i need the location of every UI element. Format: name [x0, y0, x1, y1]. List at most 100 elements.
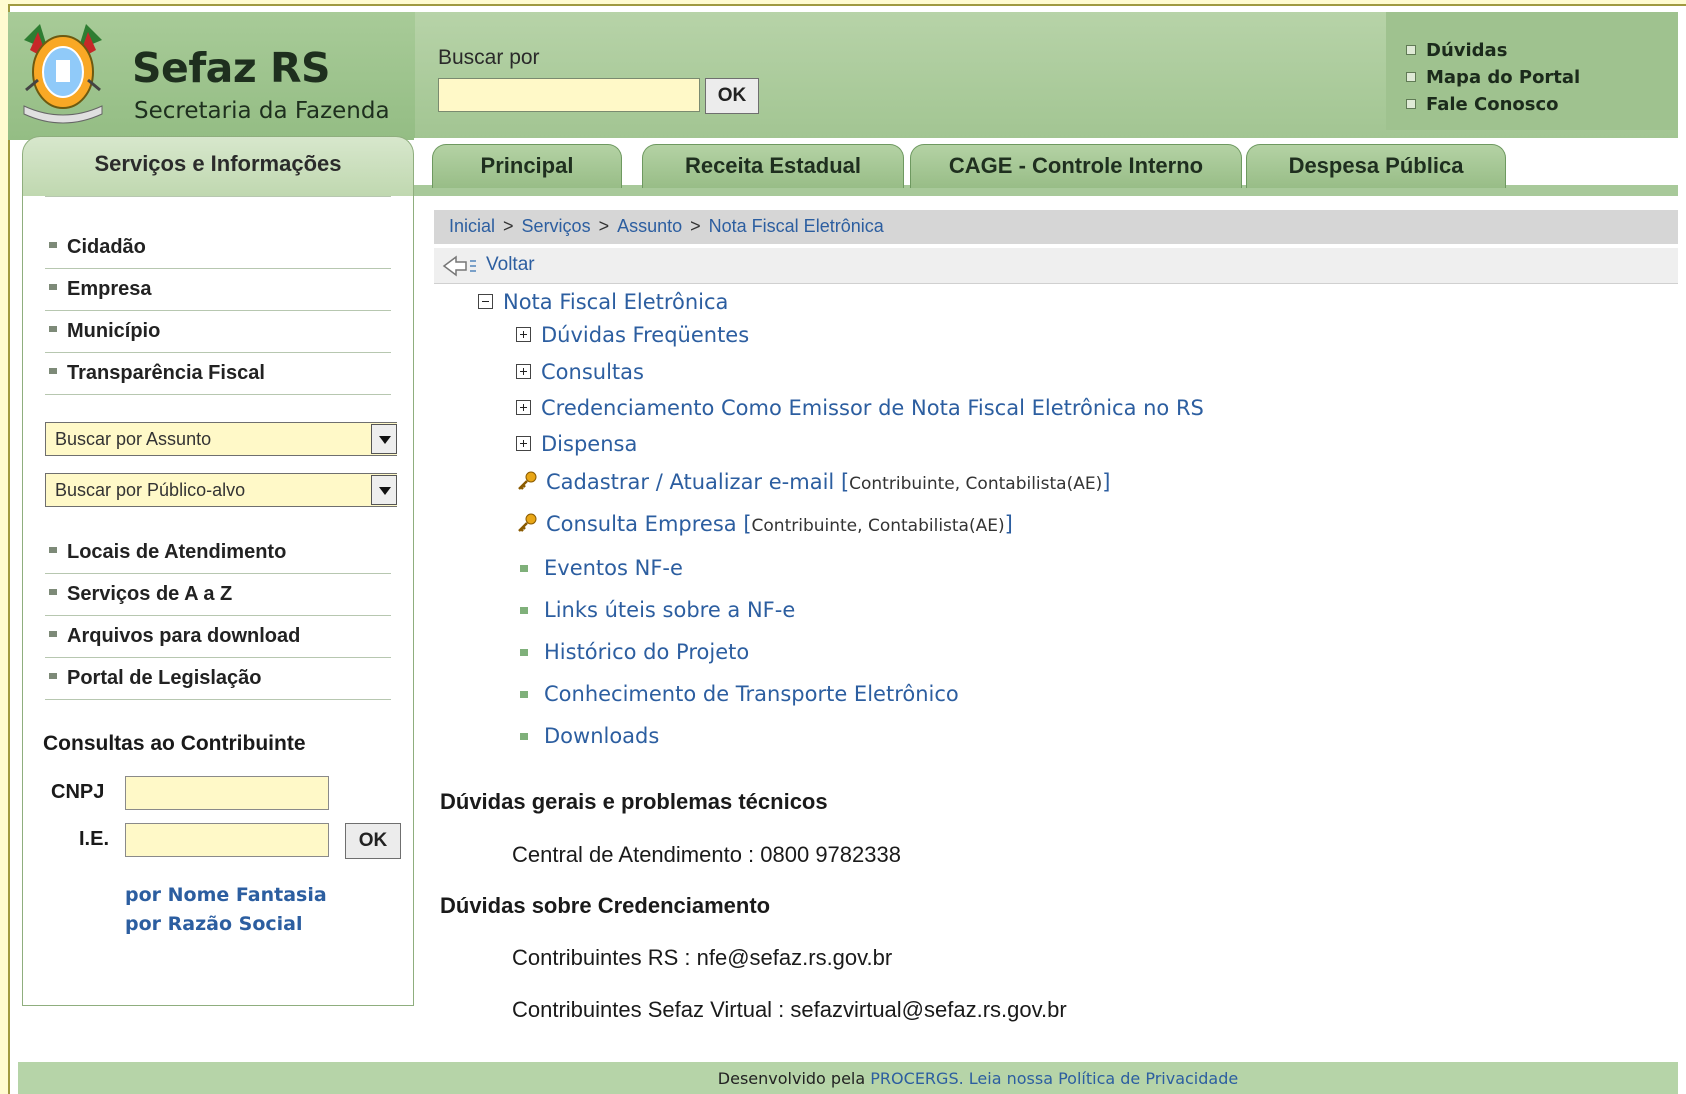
back-arrow-icon[interactable]: [442, 255, 480, 277]
expand-icon[interactable]: [516, 327, 531, 342]
top-link-mapa[interactable]: Mapa do Portal: [1406, 67, 1580, 88]
back-link[interactable]: Voltar: [486, 254, 535, 276]
link-procergs[interactable]: PROCERGS.: [870, 1069, 963, 1088]
divider: [45, 196, 391, 197]
tree-item-duvidas[interactable]: Dúvidas Freqüentes: [516, 323, 749, 347]
tab-receita-estadual[interactable]: Receita Estadual: [642, 144, 904, 188]
breadcrumb-inicial[interactable]: Inicial: [449, 216, 495, 236]
expand-icon[interactable]: [516, 400, 531, 415]
tree-link-eventos[interactable]: Eventos NF-e: [520, 556, 683, 580]
brand-subtitle: Secretaria da Fazenda: [134, 98, 390, 124]
tree-item-cadastrar-email[interactable]: Cadastrar / Atualizar e-mail [Contribuin…: [516, 470, 1110, 494]
sidebar-item-municipio[interactable]: Município: [49, 320, 160, 343]
bullet-icon: [520, 565, 528, 572]
info-central-atendimento: Central de Atendimento : 0800 9782338: [512, 842, 901, 867]
breadcrumb-bar: Inicial > Serviços > Assunto > Nota Fiscal Ele…: [434, 210, 1678, 244]
bullet-icon: [49, 589, 57, 595]
search-input[interactable]: [438, 78, 700, 112]
sidebar-item-legislacao[interactable]: Portal de Legislação: [49, 667, 262, 690]
bullet-icon: [49, 368, 57, 374]
header: Sefaz RS Secretaria da Fazenda Buscar po…: [8, 12, 1678, 140]
access-tag: Contribuinte, Contabilista(AE): [751, 516, 1005, 536]
sidebar: Cidadão Empresa Município Transparência …: [22, 196, 414, 1006]
divider: [45, 268, 391, 269]
tree-root[interactable]: Nota Fiscal Eletrônica: [478, 290, 728, 314]
select-assunto[interactable]: Buscar por Assunto: [45, 422, 397, 456]
tab-servicos-informacoes[interactable]: Serviços e Informações: [22, 136, 414, 196]
bullet-icon: [49, 242, 57, 248]
ie-field[interactable]: [125, 823, 329, 857]
sidebar-item-empresa[interactable]: Empresa: [49, 278, 152, 301]
tab-cage[interactable]: CAGE - Controle Interno: [910, 144, 1242, 188]
bullet-icon: [49, 631, 57, 637]
cnpj-label: CNPJ: [51, 781, 105, 803]
tree-link-cte[interactable]: Conhecimento de Transporte Eletrônico: [520, 682, 959, 706]
key-icon: [518, 471, 537, 490]
search-area: Buscar por OK: [421, 12, 1386, 140]
bullet-icon: [520, 607, 528, 614]
divider: [45, 394, 391, 395]
tree-link-historico[interactable]: Histórico do Projeto: [520, 640, 749, 664]
breadcrumb: Inicial > Serviços > Assunto > Nota Fiscal Ele…: [449, 216, 884, 236]
bullet-icon: [1406, 72, 1416, 82]
info-contribuintes-virtual: Contribuintes Sefaz Virtual : sefazvirtu…: [512, 997, 1067, 1022]
sidebar-item-servicos-az[interactable]: Serviços de A a Z: [49, 583, 232, 606]
section-title-duvidas-gerais: Dúvidas gerais e problemas técnicos: [440, 789, 828, 814]
tree-item-consulta-empresa[interactable]: Consulta Empresa [Contribuinte, Contabil…: [516, 512, 1013, 536]
consultas-title: Consultas ao Contribuinte: [43, 732, 306, 755]
tree-link-links-uteis[interactable]: Links úteis sobre a NF-e: [520, 598, 795, 622]
bullet-icon: [49, 547, 57, 553]
coat-of-arms-icon: [23, 24, 103, 124]
chevron-down-icon[interactable]: [371, 475, 397, 505]
tree-item-credenciamento[interactable]: Credenciamento Como Emissor de Nota Fisc…: [516, 396, 1204, 420]
brand-title: Sefaz RS: [132, 44, 331, 92]
breadcrumb-servicos[interactable]: Serviços: [522, 216, 591, 236]
breadcrumb-nfe[interactable]: Nota Fiscal Eletrônica: [709, 216, 884, 236]
link-nome-fantasia[interactable]: por Nome Fantasia: [125, 884, 327, 906]
search-label: Buscar por: [438, 46, 540, 69]
sidebar-item-transparencia[interactable]: Transparência Fiscal: [49, 362, 265, 385]
bullet-icon: [520, 691, 528, 698]
link-privacy-policy[interactable]: Leia nossa Política de Privacidade: [969, 1069, 1238, 1088]
divider: [45, 615, 391, 616]
cnpj-field[interactable]: [125, 776, 329, 810]
tab-principal[interactable]: Principal: [432, 144, 622, 188]
link-razao-social[interactable]: por Razão Social: [125, 913, 303, 935]
ie-label: I.E.: [79, 828, 110, 850]
sidebar-item-arquivos[interactable]: Arquivos para download: [49, 625, 300, 648]
tab-despesa-publica[interactable]: Despesa Pública: [1246, 144, 1506, 188]
logo-area[interactable]: Sefaz RS Secretaria da Fazenda: [8, 12, 415, 140]
select-publico-alvo[interactable]: Buscar por Público-alvo: [45, 473, 397, 507]
tree-item-consultas[interactable]: Consultas: [516, 360, 644, 384]
access-tag: Contribuinte, Contabilista(AE): [849, 474, 1103, 494]
top-link-fale-conosco[interactable]: Fale Conosco: [1406, 94, 1559, 115]
chevron-down-icon[interactable]: [371, 424, 397, 454]
footer-text: Desenvolvido pela PROCERGS. Leia nossa P…: [717, 1069, 1239, 1088]
bullet-icon: [49, 326, 57, 332]
divider: [45, 352, 391, 353]
top-link-duvidas[interactable]: Dúvidas: [1406, 40, 1507, 61]
bullet-icon: [520, 649, 528, 656]
top-links: Dúvidas Mapa do Portal Fale Conosco: [1386, 12, 1678, 130]
divider: [45, 657, 391, 658]
sidebar-item-cidadao[interactable]: Cidadão: [49, 236, 146, 259]
bullet-icon: [1406, 99, 1416, 109]
expand-icon[interactable]: [516, 364, 531, 379]
info-contribuintes-rs: Contribuintes RS : nfe@sefaz.rs.gov.br: [512, 945, 893, 970]
collapse-icon[interactable]: [478, 294, 493, 309]
sidebar-item-locais[interactable]: Locais de Atendimento: [49, 541, 286, 564]
divider: [45, 699, 391, 700]
tree-link-downloads[interactable]: Downloads: [520, 724, 659, 748]
back-bar: Voltar: [434, 248, 1678, 284]
section-title-credenciamento: Dúvidas sobre Credenciamento: [440, 893, 771, 918]
key-icon: [518, 513, 537, 532]
search-ok-button[interactable]: OK: [705, 78, 759, 114]
expand-icon[interactable]: [516, 436, 531, 451]
breadcrumb-assunto[interactable]: Assunto: [617, 216, 682, 236]
consulta-ok-button[interactable]: OK: [345, 823, 401, 859]
tree-item-dispensa[interactable]: Dispensa: [516, 432, 637, 456]
footer: Desenvolvido pela PROCERGS. Leia nossa P…: [18, 1062, 1678, 1094]
divider: [45, 573, 391, 574]
bullet-icon: [520, 733, 528, 740]
bullet-icon: [49, 673, 57, 679]
